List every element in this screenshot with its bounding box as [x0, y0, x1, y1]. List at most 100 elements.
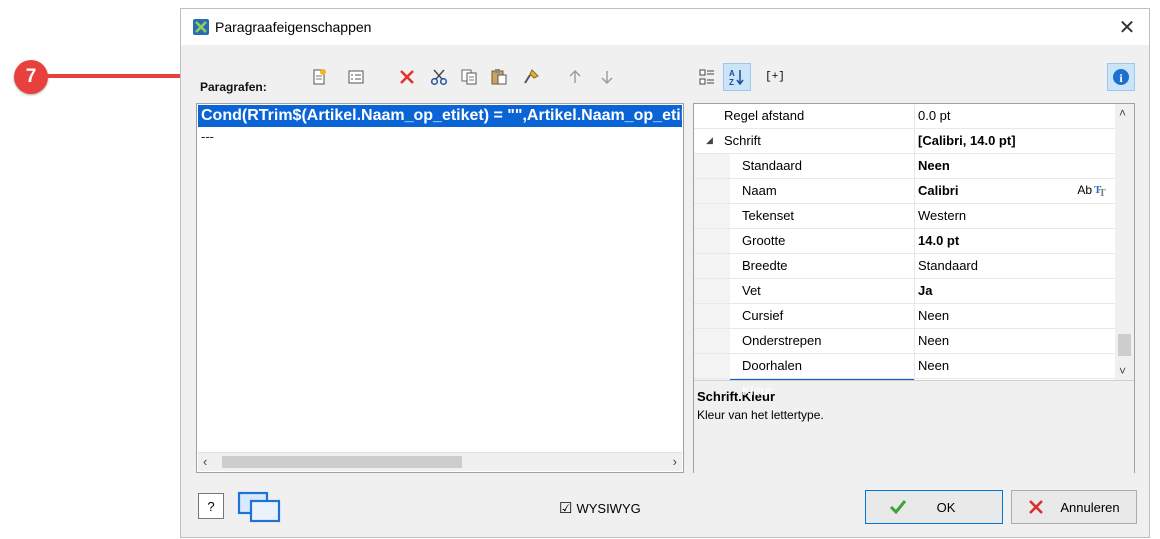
property-name: Regel afstand: [724, 108, 805, 123]
app-icon: [193, 19, 209, 35]
property-value[interactable]: 0.0 pt: [918, 104, 951, 128]
property-row-doorhalen[interactable]: Doorhalen Neen: [694, 354, 1116, 379]
sort-alphabetical-button[interactable]: A Z: [723, 63, 751, 91]
column-divider[interactable]: [914, 129, 915, 153]
column-divider[interactable]: [914, 254, 915, 278]
column-divider[interactable]: [914, 179, 915, 203]
column-divider[interactable]: [914, 104, 915, 128]
column-divider[interactable]: [914, 154, 915, 178]
scroll-down-icon[interactable]: ˅: [1119, 364, 1126, 378]
property-name: Vet: [742, 283, 761, 298]
move-down-button[interactable]: [595, 65, 619, 89]
property-value[interactable]: Standaard: [918, 254, 978, 278]
property-value[interactable]: Neen: [918, 354, 949, 378]
font-sample-label: Ab: [1077, 183, 1092, 197]
property-value[interactable]: 14.0 pt: [918, 229, 959, 253]
property-row-breedte[interactable]: Breedte Standaard: [694, 254, 1116, 279]
property-row-grootte[interactable]: Grootte 14.0 pt: [694, 229, 1116, 254]
property-name: Doorhalen: [742, 358, 802, 373]
paragraph-line[interactable]: ---: [201, 129, 214, 144]
cut-button[interactable]: [427, 65, 451, 89]
cut-icon: [430, 69, 448, 86]
new-paragraph-button[interactable]: [307, 65, 331, 89]
wysiwyg-checkbox[interactable]: ☑ WYSIWYG: [559, 499, 641, 517]
scroll-left-icon[interactable]: ‹: [203, 454, 207, 469]
property-name: Naam: [742, 183, 777, 198]
row-gutter: [694, 304, 730, 328]
info-icon: i: [1113, 69, 1129, 85]
property-name: Kleur: [742, 383, 773, 398]
help-icon: ?: [207, 498, 215, 514]
format-painter-button[interactable]: [519, 65, 543, 89]
delete-icon: [400, 70, 414, 84]
property-name: Standaard: [742, 158, 802, 173]
ok-button[interactable]: OK: [865, 490, 1003, 524]
property-row-standaard[interactable]: Standaard Neen: [694, 154, 1116, 179]
paragraph-editor[interactable]: Cond(RTrim$(Artikel.Naam_op_etiket) = ""…: [196, 103, 684, 473]
close-button[interactable]: ✕: [1115, 15, 1139, 40]
copy-icon: [461, 69, 477, 85]
paragraph-line-selected[interactable]: Cond(RTrim$(Artikel.Naam_op_etiket) = ""…: [198, 105, 682, 127]
copy-button[interactable]: [457, 65, 481, 89]
property-row-vet[interactable]: Vet Ja: [694, 279, 1116, 304]
paste-icon: [491, 69, 507, 85]
property-row-schrift[interactable]: ◢ Schrift [Calibri, 14.0 pt]: [694, 129, 1116, 154]
property-row-naam[interactable]: Naam Calibri Ab T T: [694, 179, 1116, 204]
svg-text:Z: Z: [729, 78, 734, 86]
property-grid: Regel afstand 0.0 pt ◢ Schrift [Calibri, 14.…: [693, 103, 1135, 475]
property-name: Onderstrepen: [742, 333, 822, 348]
property-name: Cursief: [742, 308, 784, 323]
property-row-tekenset[interactable]: Tekenset Western: [694, 204, 1116, 229]
row-gutter: [694, 254, 730, 278]
row-gutter: [694, 354, 730, 378]
column-divider[interactable]: [914, 329, 915, 353]
paragraphs-label: Paragrafen:: [200, 80, 267, 94]
property-name: Schrift: [724, 133, 761, 148]
property-value[interactable]: Western: [918, 204, 966, 228]
windows-icon[interactable]: [237, 491, 283, 523]
move-down-icon: [601, 71, 613, 84]
svg-text:A: A: [729, 69, 735, 78]
horizontal-scrollbar[interactable]: ‹ ›: [198, 452, 682, 471]
scroll-thumb[interactable]: [222, 456, 462, 468]
move-up-icon: [569, 70, 581, 83]
font-picker-icon[interactable]: Ab T T: [1077, 183, 1108, 197]
row-gutter: [694, 229, 730, 253]
ok-label: OK: [936, 499, 956, 515]
property-value[interactable]: [Calibri, 14.0 pt]: [918, 129, 1016, 153]
property-value[interactable]: Ja: [918, 279, 932, 303]
cancel-button[interactable]: Annuleren: [1011, 490, 1137, 524]
scroll-thumb[interactable]: [1118, 334, 1131, 356]
format-painter-icon: [524, 69, 539, 84]
new-paragraph-icon: [313, 69, 326, 85]
property-value[interactable]: Calibri: [918, 179, 958, 203]
column-divider[interactable]: [914, 304, 915, 328]
row-gutter: [694, 204, 730, 228]
column-divider[interactable]: [914, 204, 915, 228]
property-value[interactable]: Neen: [918, 304, 949, 328]
scroll-right-icon[interactable]: ›: [673, 454, 677, 469]
expand-all-button[interactable]: [+]: [761, 65, 789, 89]
paste-button[interactable]: [487, 65, 511, 89]
categorized-button[interactable]: [695, 65, 719, 89]
help-button[interactable]: ?: [198, 493, 224, 519]
property-row-regel-afstand[interactable]: Regel afstand 0.0 pt: [694, 104, 1116, 129]
property-value[interactable]: Neen: [918, 154, 950, 178]
delete-button[interactable]: [395, 65, 419, 89]
collapse-icon[interactable]: ◢: [706, 135, 713, 146]
checkbox-checked-icon[interactable]: ☑: [559, 499, 572, 517]
properties-button[interactable]: [344, 65, 368, 89]
property-row-onderstrepen[interactable]: Onderstrepen Neen: [694, 329, 1116, 354]
title-bar: Paragraafeigenschappen ✕: [181, 9, 1149, 45]
column-divider[interactable]: [914, 279, 915, 303]
property-name: Grootte: [742, 233, 786, 248]
move-up-button[interactable]: [563, 65, 587, 89]
column-divider[interactable]: [914, 354, 915, 378]
row-gutter: [694, 179, 730, 203]
column-divider[interactable]: [914, 229, 915, 253]
property-row-cursief[interactable]: Cursief Neen: [694, 304, 1116, 329]
info-button[interactable]: i: [1107, 63, 1135, 91]
property-value[interactable]: Neen: [918, 329, 949, 353]
vertical-scrollbar[interactable]: ˄ ˅: [1115, 104, 1134, 380]
scroll-up-icon[interactable]: ˄: [1119, 106, 1126, 120]
